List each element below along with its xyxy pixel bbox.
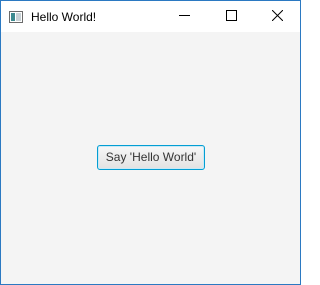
java-app-icon bbox=[9, 10, 23, 23]
window-title: Hello World! bbox=[31, 10, 97, 24]
minimize-icon bbox=[178, 8, 190, 26]
maximize-icon bbox=[225, 8, 237, 26]
minimize-button[interactable] bbox=[161, 1, 207, 32]
say-hello-button[interactable]: Say 'Hello World' bbox=[97, 145, 205, 170]
close-button[interactable] bbox=[254, 1, 300, 32]
maximize-button[interactable] bbox=[208, 1, 254, 32]
app-window: Hello World! Say 'Hello World' bbox=[0, 0, 301, 285]
close-icon bbox=[271, 8, 283, 26]
title-bar[interactable]: Hello World! bbox=[1, 1, 300, 32]
window-content: Say 'Hello World' bbox=[1, 32, 300, 284]
